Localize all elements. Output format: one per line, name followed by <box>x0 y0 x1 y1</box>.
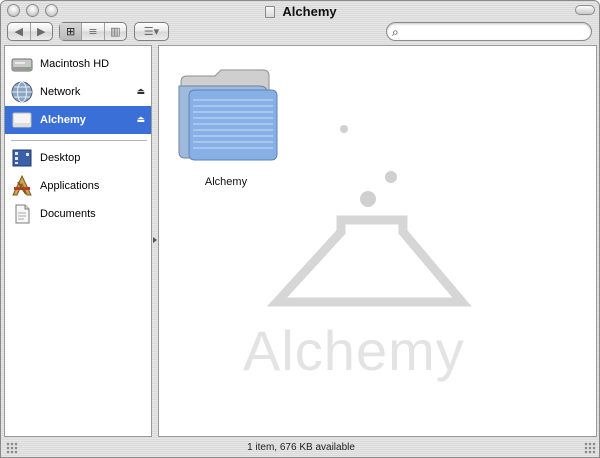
toolbar: ◀ ▶ ⊞ ≡ ▥ ☰▾ ⌕ <box>1 21 599 43</box>
sidebar-item-label: Macintosh HD <box>40 58 110 70</box>
sidebar-item-alchemy[interactable]: Alchemy ⏏ <box>5 106 151 134</box>
toolbar-toggle-button[interactable] <box>575 5 595 15</box>
file-browser-content: Alchemy Alchemy <box>158 45 597 437</box>
title-bar[interactable]: Alchemy <box>1 1 599 21</box>
action-menu-button[interactable]: ☰▾ <box>134 22 169 41</box>
applications-icon <box>12 174 32 196</box>
sidebar-item-desktop[interactable]: Desktop <box>5 144 151 172</box>
finder-window: Alchemy ◀ ▶ ⊞ ≡ ▥ ☰▾ ⌕ Macintosh HD Netw… <box>0 0 600 458</box>
folder-item-alchemy[interactable]: Alchemy <box>159 46 293 191</box>
splitter-handle[interactable] <box>153 237 157 243</box>
navigation-control: ◀ ▶ <box>7 22 53 41</box>
back-arrow-icon: ◀ <box>14 25 23 38</box>
resize-grip-icon[interactable] <box>584 442 596 454</box>
column-view-icon: ▥ <box>110 25 121 38</box>
sidebar: Macintosh HD Network ⏏ Alchemy ⏏ Desktop… <box>4 45 152 437</box>
list-view-button[interactable]: ≡ <box>82 23 105 40</box>
sidebar-item-label: Alchemy <box>40 114 86 126</box>
back-button[interactable]: ◀ <box>8 23 31 40</box>
window-title: Alchemy <box>1 4 599 19</box>
sidebar-item-label: Applications <box>40 180 100 192</box>
sidebar-item-label: Network <box>40 86 81 98</box>
sidebar-item-documents[interactable]: Documents <box>5 200 151 228</box>
status-bar: 1 item, 676 KB available <box>1 439 599 457</box>
background-wordmark: Alchemy <box>243 319 465 382</box>
eject-icon[interactable]: ⏏ <box>136 87 145 97</box>
sidebar-item-network[interactable]: Network ⏏ <box>5 78 151 106</box>
documents-icon <box>15 204 30 224</box>
forward-arrow-icon: ▶ <box>37 25 46 38</box>
action-gear-icon: ☰▾ <box>143 25 160 38</box>
folder-icon <box>178 69 278 161</box>
search-field[interactable]: ⌕ <box>386 22 592 41</box>
sidebar-divider <box>11 140 147 141</box>
list-view-icon: ≡ <box>88 25 98 38</box>
search-icon: ⌕ <box>392 25 399 39</box>
folder-label: Alchemy <box>204 176 248 188</box>
sidebar-item-label: Documents <box>40 208 96 220</box>
column-view-button[interactable]: ▥ <box>105 23 126 40</box>
status-text: 1 item, 676 KB available <box>247 442 355 453</box>
forward-button[interactable]: ▶ <box>31 23 53 40</box>
desktop-icon <box>12 149 32 167</box>
window-title-text: Alchemy <box>282 4 337 19</box>
icon-view-button[interactable]: ⊞ <box>60 23 83 40</box>
search-input[interactable] <box>407 24 587 39</box>
sidebar-item-label: Desktop <box>40 152 81 164</box>
eject-icon[interactable]: ⏏ <box>136 115 145 125</box>
network-globe-icon <box>11 81 33 103</box>
sidebar-item-macintosh-hd[interactable]: Macintosh HD <box>5 50 151 78</box>
sidebar-item-applications[interactable]: Applications <box>5 172 151 200</box>
hard-drive-icon <box>11 58 33 72</box>
icon-view-icon: ⊞ <box>66 25 76 38</box>
disk-image-icon <box>12 112 32 128</box>
volume-icon <box>265 6 276 18</box>
view-control: ⊞ ≡ ▥ <box>59 22 127 41</box>
